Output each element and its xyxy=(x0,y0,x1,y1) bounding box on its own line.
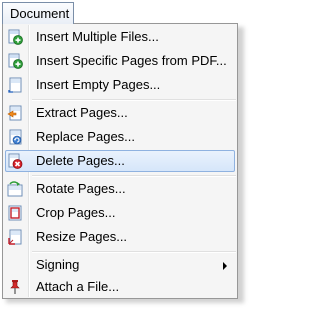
menu-item-label: Replace Pages... xyxy=(36,129,136,144)
menubar-document[interactable]: Document xyxy=(2,2,74,24)
menu-item-attach-file[interactable]: Attach a File... xyxy=(5,276,235,298)
menu-item-insert-specific-pages[interactable]: Insert Specific Pages from PDF... xyxy=(5,50,235,72)
menu-item-label: Rotate Pages... xyxy=(36,181,126,196)
menu-separator xyxy=(32,99,236,101)
menu-item-label: Extract Pages... xyxy=(36,105,128,120)
menu-separator xyxy=(32,251,236,253)
menu-item-label: Signing xyxy=(36,257,80,272)
menu-item-label: Resize Pages... xyxy=(36,229,128,244)
menu-item-label: Insert Empty Pages... xyxy=(36,77,161,92)
menu-item-delete-pages[interactable]: Delete Pages... xyxy=(5,150,235,172)
menu-item-insert-empty-pages[interactable]: Insert Empty Pages... xyxy=(5,74,235,96)
menu-item-label: Attach a File... xyxy=(36,279,120,294)
insert-pdf-pages-icon xyxy=(7,53,23,69)
document-menu: Insert Multiple Files... Insert Specific… xyxy=(2,23,238,299)
app-root: Document Insert Multiple Files... Insert… xyxy=(0,0,253,313)
menu-item-label: Insert Specific Pages from PDF... xyxy=(36,53,227,68)
crop-pages-icon xyxy=(7,205,23,221)
replace-pages-icon xyxy=(7,129,23,145)
rotate-pages-icon xyxy=(7,181,23,197)
menu-item-label: Crop Pages... xyxy=(36,205,116,220)
menu-item-rotate-pages[interactable]: Rotate Pages... xyxy=(5,178,235,200)
insert-files-icon xyxy=(7,29,23,45)
delete-pages-icon xyxy=(7,153,23,169)
menu-item-crop-pages[interactable]: Crop Pages... xyxy=(5,202,235,224)
pushpin-icon xyxy=(7,279,23,295)
menu-separator xyxy=(32,175,236,177)
submenu-arrow-icon xyxy=(223,262,227,270)
menu-item-label: Delete Pages... xyxy=(36,153,125,168)
menu-item-extract-pages[interactable]: Extract Pages... xyxy=(5,102,235,124)
menu-item-label: Insert Multiple Files... xyxy=(36,29,159,44)
menu-item-signing[interactable]: Signing xyxy=(5,254,235,276)
insert-empty-page-icon xyxy=(7,77,23,93)
menu-item-insert-multiple-files[interactable]: Insert Multiple Files... xyxy=(5,26,235,48)
menu-item-resize-pages[interactable]: Resize Pages... xyxy=(5,226,235,248)
resize-pages-icon xyxy=(7,229,23,245)
extract-pages-icon xyxy=(7,105,23,121)
menu-item-replace-pages[interactable]: Replace Pages... xyxy=(5,126,235,148)
